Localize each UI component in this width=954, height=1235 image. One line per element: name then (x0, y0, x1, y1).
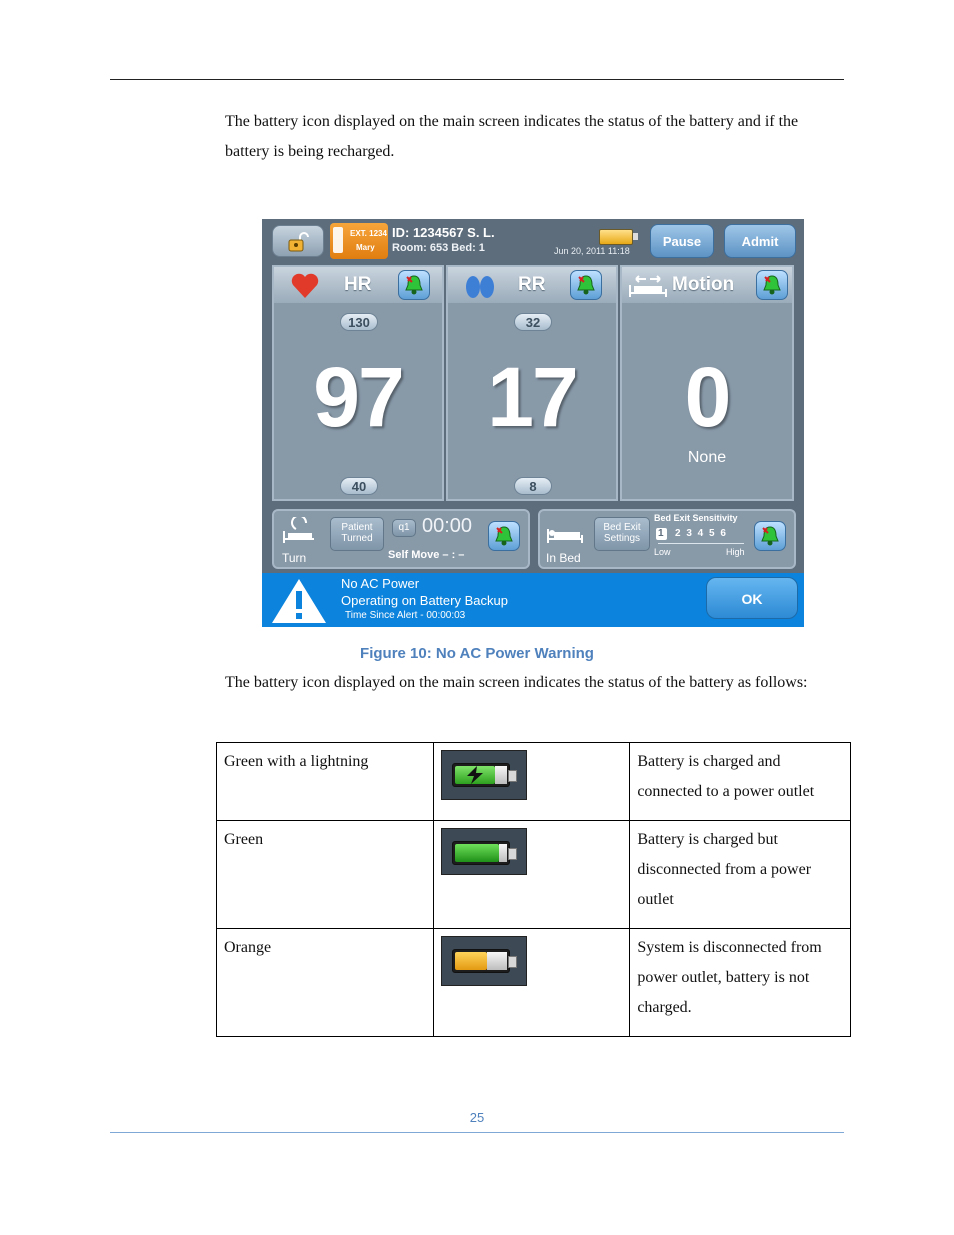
rr-alarm-bell-button[interactable] (570, 270, 602, 300)
nurse-name: Mary (356, 243, 375, 252)
table-cell-icon (432, 742, 631, 821)
motion-status: None (687, 449, 727, 466)
table-cell-color: Orange (216, 928, 434, 1037)
lightning-icon (466, 766, 483, 784)
table-cell-color: Green (216, 820, 434, 929)
nurse-ext: EXT. 1234 (350, 229, 387, 238)
alert-time: Time Since Alert - 00:00:03 (345, 610, 466, 621)
in-bed-icon (547, 529, 583, 543)
turn-timer: 00:00 (422, 515, 473, 537)
table-row: Green Battery is charged but disconnecte… (216, 820, 851, 929)
footer-rule (110, 1132, 844, 1133)
in-bed-label: In Bed (546, 551, 581, 565)
motion-alarm-bell-button[interactable] (756, 270, 788, 300)
figure-caption: Figure 10: No AC Power Warning (360, 645, 594, 662)
patient-turn-icon (283, 517, 314, 543)
header-rule (110, 79, 844, 80)
battery-status-icon (599, 229, 638, 245)
battery-full-icon (440, 828, 527, 875)
bed-exit-alarm-bell-button[interactable] (754, 521, 786, 551)
rr-title: RR (518, 274, 546, 295)
table-row: Orange System is disconnected from power… (216, 928, 851, 1037)
pause-button[interactable]: Pause (650, 224, 714, 258)
bed-exit-settings-line1: Bed Exit (603, 522, 641, 533)
lock-button[interactable] (272, 225, 324, 257)
sensitivity-title: Bed Exit Sensitivity (654, 513, 738, 523)
bed-exit-settings-line2: Settings (603, 533, 641, 544)
page-number: 25 (469, 1110, 485, 1125)
table-cell-icon (432, 928, 631, 1037)
monitor-screenshot: EXT. 1234 Mary ID: 1234567 S. L. Room: 6… (262, 219, 804, 627)
patient-turned-line1: Patient (341, 522, 373, 533)
intro-paragraph: The battery icon displayed on the main s… (225, 113, 799, 160)
battery-low-icon (440, 936, 527, 986)
date-time: Jun 20, 2011 11:18 (554, 246, 630, 256)
battery-status-table: Green with a lightning Battery is charge… (216, 742, 851, 1037)
sensitivity-levels[interactable]: 2 3 4 5 6 (675, 528, 726, 539)
alert-title: No AC Power (341, 576, 420, 591)
turn-bar: Turn Patient Turned q1 00:00 Self Move –… (272, 509, 530, 569)
bell-icon (761, 526, 779, 546)
table-row: Green with a lightning Battery is charge… (216, 742, 851, 821)
bell-icon (405, 275, 423, 295)
admit-button[interactable]: Admit (724, 224, 796, 258)
bed-exit-bar: In Bed Bed Exit Settings Bed Exit Sensit… (538, 509, 796, 569)
motion-panel: Motion 0 None (620, 265, 794, 501)
turn-interval-button[interactable]: q1 (392, 519, 416, 537)
table-cell-description: Battery is charged and connected to a po… (629, 742, 851, 821)
follows-paragraph: The battery icon displayed on the main s… (225, 674, 808, 691)
motion-title: Motion (672, 274, 735, 295)
table-cell-color: Green with a lightning (216, 742, 434, 821)
battery-charging-icon (440, 750, 527, 800)
rr-header: RR (448, 267, 616, 303)
ok-button[interactable]: OK (706, 577, 798, 619)
motion-value: 0 (684, 350, 732, 444)
rr-panel: RR 32 17 8 (446, 265, 618, 501)
hr-header: HR (274, 267, 442, 303)
sensitivity-high: High (726, 547, 745, 557)
bell-icon (577, 275, 595, 295)
sensitivity-first[interactable]: 1 (658, 528, 664, 539)
table-cell-description: System is disconnected from power outlet… (629, 928, 851, 1037)
hr-panel: HR 130 97 40 (272, 265, 444, 501)
rr-high-limit[interactable]: 32 (514, 313, 552, 331)
alert-message: Operating on Battery Backup (341, 593, 508, 608)
hr-alarm-bell-button[interactable] (398, 270, 430, 300)
hr-low-limit[interactable]: 40 (340, 477, 378, 495)
sensitivity-low: Low (654, 547, 671, 557)
phone-icon (333, 227, 343, 253)
patient-turned-button[interactable]: Patient Turned (330, 517, 384, 551)
bell-icon (763, 275, 781, 295)
alert-banner: No AC Power Operating on Battery Backup … (262, 573, 804, 627)
rr-low-limit[interactable]: 8 (514, 477, 552, 495)
bed-exit-settings-button[interactable]: Bed Exit Settings (594, 517, 650, 551)
bed-motion-icon (629, 275, 667, 297)
table-cell-icon (432, 820, 631, 929)
hr-title: HR (344, 274, 372, 295)
patient-id: ID: 1234567 S. L. (392, 225, 495, 240)
bell-icon (495, 526, 513, 546)
heart-icon (291, 273, 319, 298)
hr-value: 97 (313, 350, 404, 444)
sensitivity-scale (658, 543, 744, 544)
self-move-label: Self Move – : – (388, 549, 465, 561)
rr-value: 17 (487, 350, 578, 444)
lungs-icon (466, 276, 494, 298)
turn-alarm-bell-button[interactable] (488, 521, 520, 551)
turn-label: Turn (282, 551, 307, 565)
nurse-badge[interactable]: EXT. 1234 Mary (330, 223, 388, 259)
table-cell-description: Battery is charged but disconnected from… (629, 820, 851, 929)
patient-turned-line2: Turned (341, 533, 373, 544)
room-bed: Room: 653 Bed: 1 (392, 242, 485, 254)
hr-high-limit[interactable]: 130 (340, 313, 378, 331)
lock-icon (288, 232, 309, 252)
warning-icon (272, 579, 326, 623)
motion-header: Motion (622, 267, 792, 303)
